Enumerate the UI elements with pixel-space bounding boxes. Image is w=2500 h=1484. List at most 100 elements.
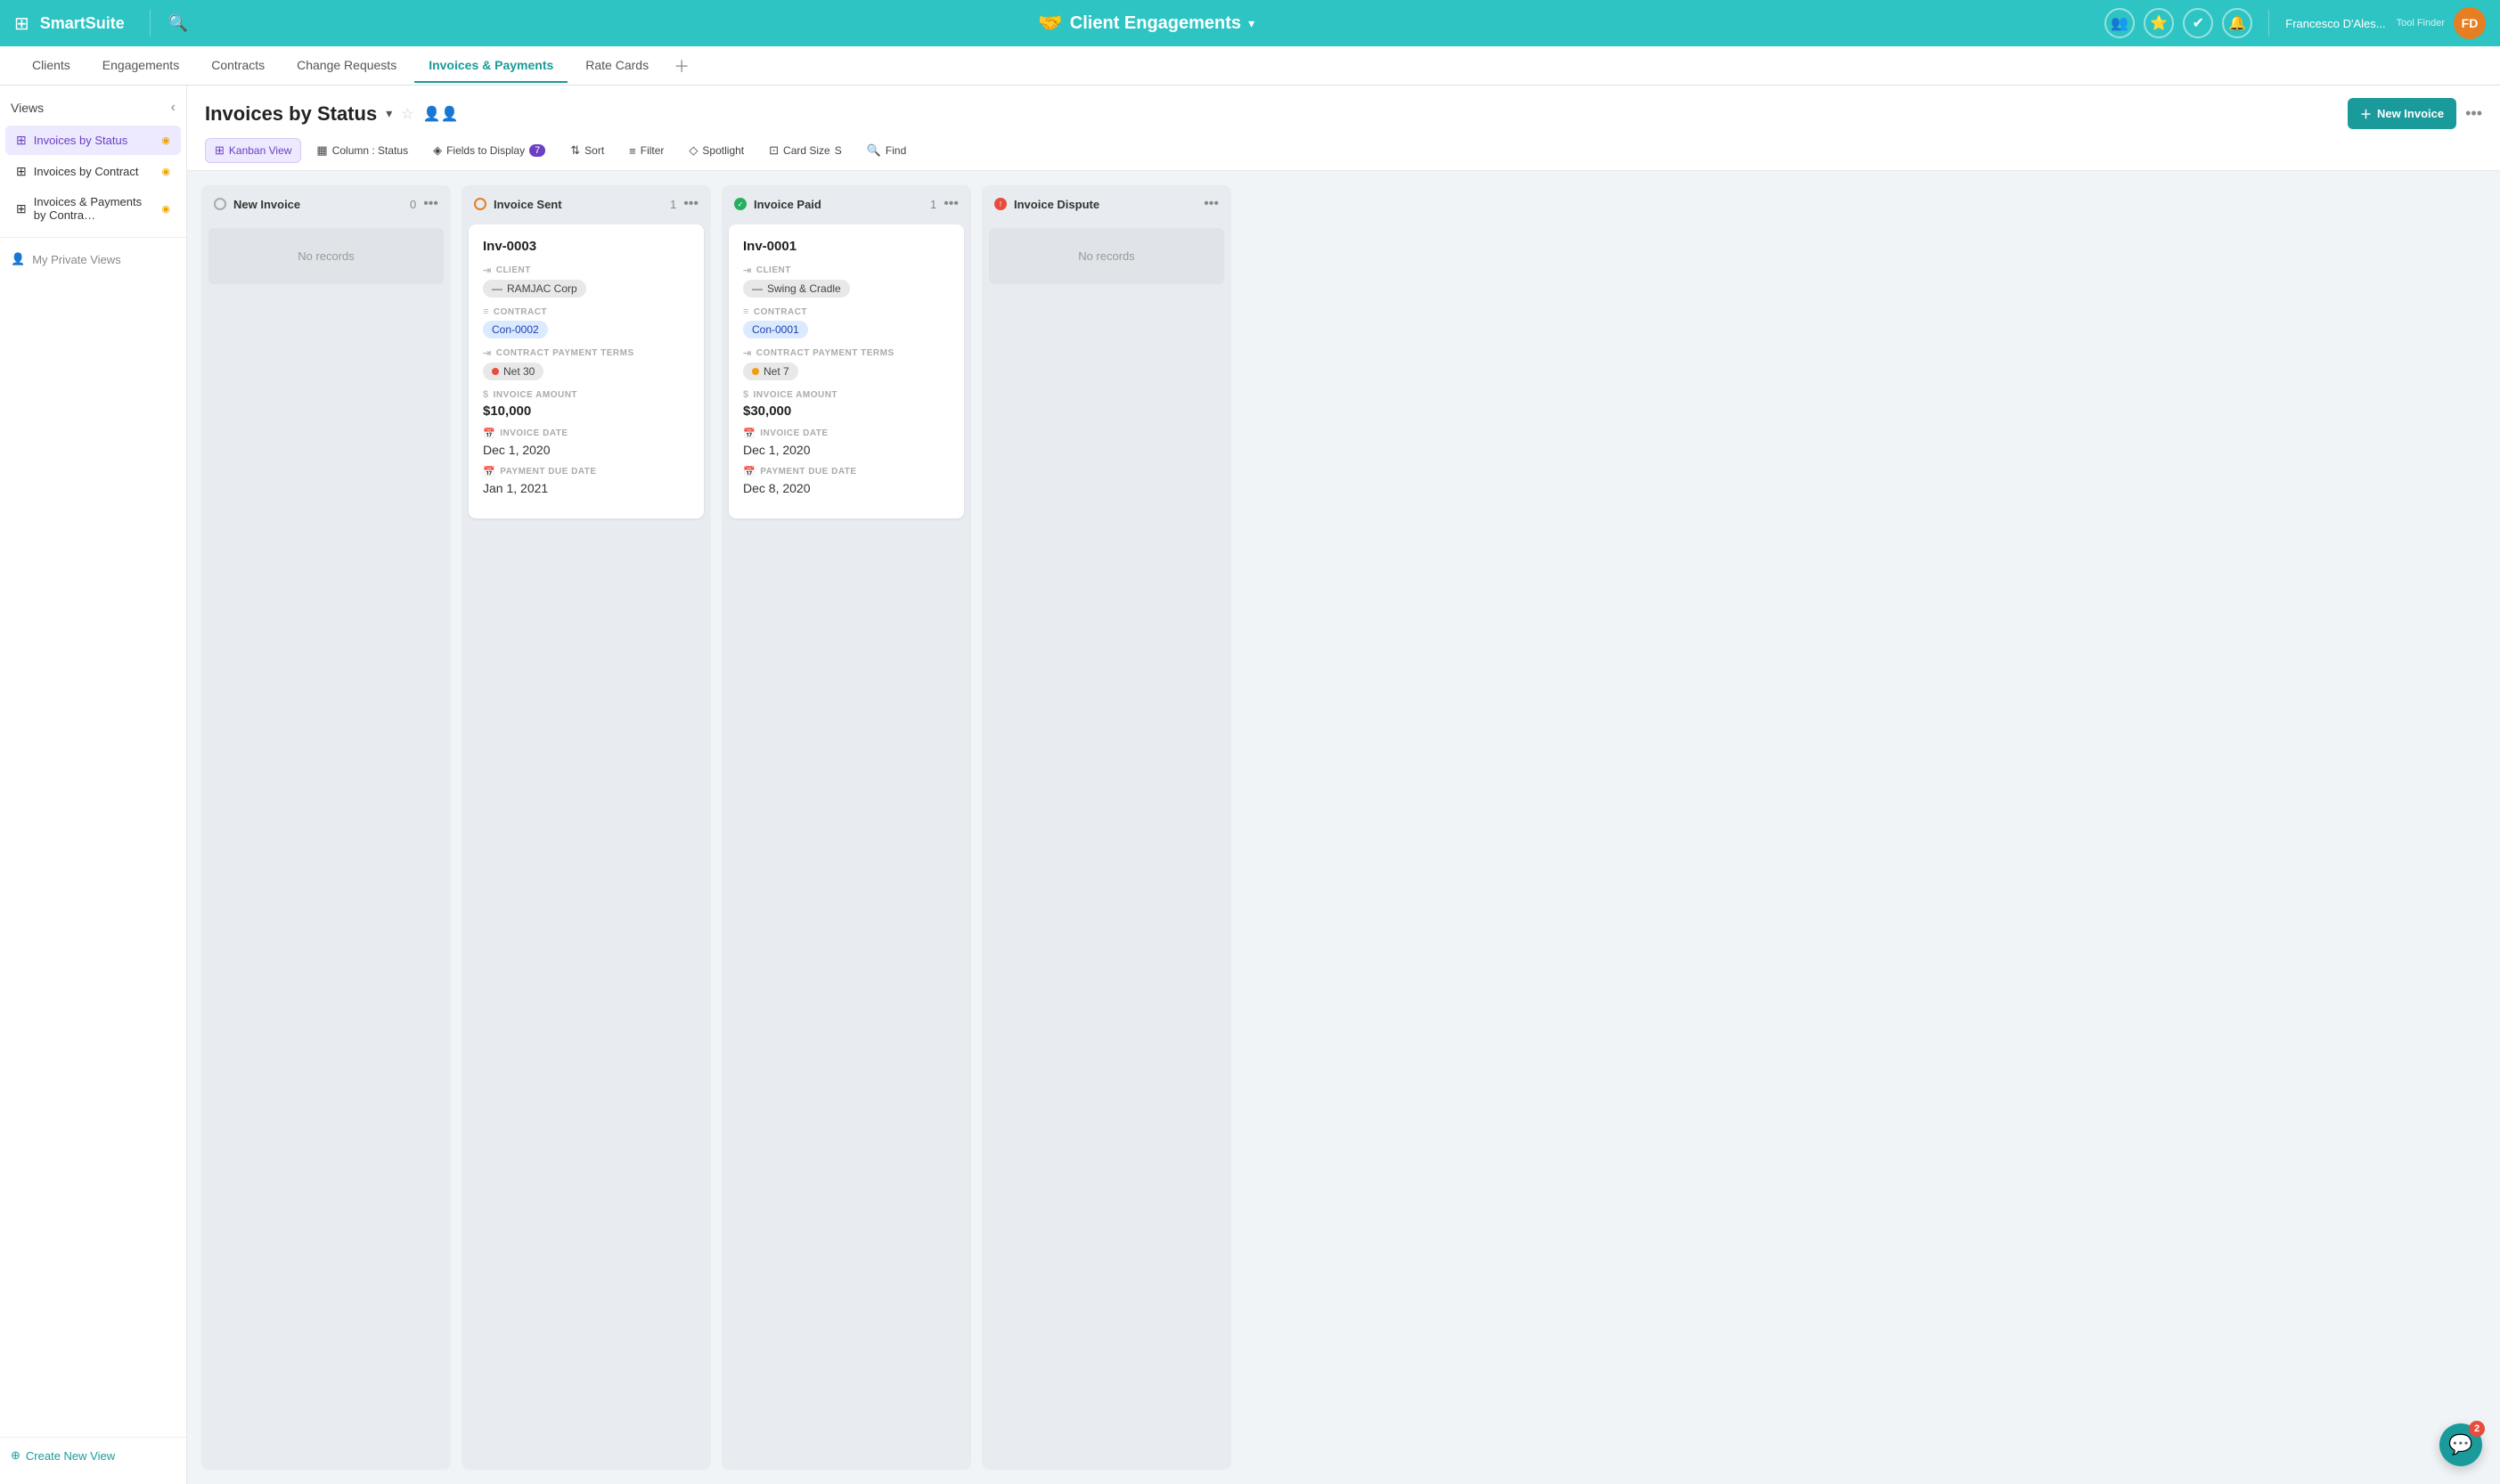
tab-rate-cards[interactable]: Rate Cards — [571, 49, 663, 83]
kanban-icon: ⊞ — [16, 133, 27, 148]
col-count-sent: 1 — [670, 198, 676, 211]
private-views-section[interactable]: 👤 My Private Views — [0, 245, 186, 273]
terms-dot — [492, 368, 499, 375]
col-more-dispute[interactable]: ••• — [1204, 196, 1219, 212]
card-field-client: ⇥ CLIENT — RAMJAC Corp — [483, 265, 690, 298]
column-status-btn[interactable]: ▦ Column : Status — [306, 138, 418, 163]
invoice-date-value-1: Dec 1, 2020 — [743, 443, 950, 457]
sidebar-item-invoices-payments-contract[interactable]: ⊞ Invoices & Payments by Contra… ◉ — [5, 188, 181, 229]
terms-icon-1: ⇥ — [743, 347, 752, 359]
create-view-btn[interactable]: ⊕ Create New View — [11, 1448, 176, 1463]
team-icon-btn[interactable]: 👥 — [2104, 8, 2135, 38]
col-title-paid: Invoice Paid — [754, 198, 923, 211]
tab-contracts[interactable]: Contracts — [197, 49, 279, 83]
card-size-icon: ⊡ — [769, 143, 779, 158]
chat-bubble[interactable]: 💬 2 — [2439, 1423, 2482, 1466]
filter-btn[interactable]: ≡ Filter — [619, 139, 674, 163]
person-icon: 👤 — [11, 252, 25, 266]
toolbar: ⊞ Kanban View ▦ Column : Status ◈ Fields… — [205, 138, 2482, 170]
check-icon-btn[interactable]: ✔ — [2183, 8, 2213, 38]
kanban-column-sent: Invoice Sent 1 ••• Inv-0003 ⇥ CLIENT — [462, 185, 711, 1470]
client-badge: — RAMJAC Corp — [483, 280, 586, 298]
invoice-date-label: INVOICE DATE — [500, 428, 568, 438]
amount-icon: $ — [483, 389, 489, 400]
more-options-btn[interactable]: ••• — [2465, 104, 2482, 123]
client-dash-1: — — [752, 282, 763, 295]
user-area[interactable]: Francesco D'Ales... Tool Finder — [2285, 17, 2445, 30]
title-share-icon[interactable]: 👤👤 — [423, 105, 459, 123]
sidebar-item-label: Invoices by Status — [34, 134, 155, 147]
due-date-label: PAYMENT DUE DATE — [500, 467, 596, 477]
card-field-client-1: ⇥ CLIENT — Swing & Cradle — [743, 265, 950, 298]
content-title-left: Invoices by Status ▾ ☆ 👤👤 — [205, 102, 458, 126]
column-header-dispute: ! Invoice Dispute ••• — [982, 185, 1231, 221]
col-title-dispute: Invoice Dispute — [1014, 198, 1189, 211]
title-dropdown-icon[interactable]: ▾ — [386, 106, 392, 121]
invoice-card-inv-0001[interactable]: Inv-0001 ⇥ CLIENT — Swing & Cradle — [729, 224, 964, 518]
app-title-dropdown[interactable]: ▾ — [1248, 16, 1254, 31]
column-header-paid: ✓ Invoice Paid 1 ••• — [722, 185, 971, 221]
invoice-card-inv-0003[interactable]: Inv-0003 ⇥ CLIENT — RAMJAC Corp — [469, 224, 704, 518]
title-star-icon[interactable]: ☆ — [401, 105, 413, 123]
user-avatar[interactable]: FD — [2454, 7, 2486, 39]
spotlight-label: Spotlight — [702, 144, 744, 157]
link-icon-1: ⇥ — [743, 265, 752, 276]
new-invoice-button[interactable]: ＋ New Invoice — [2348, 98, 2456, 129]
col-more-paid[interactable]: ••• — [944, 196, 959, 212]
plus-icon: ⊕ — [11, 1448, 20, 1463]
client-label: CLIENT — [496, 265, 531, 275]
kanban-view-icon: ⊞ — [215, 143, 225, 158]
card-field-amount: $ INVOICE AMOUNT $10,000 — [483, 389, 690, 419]
col-more-new[interactable]: ••• — [423, 196, 438, 212]
col-title-new: New Invoice — [233, 198, 403, 211]
col-body-paid: Inv-0001 ⇥ CLIENT — Swing & Cradle — [722, 221, 971, 1470]
tab-clients[interactable]: Clients — [18, 49, 85, 83]
bell-icon-btn[interactable]: 🔔 — [2222, 8, 2252, 38]
sidebar-footer: ⊕ Create New View — [0, 1437, 186, 1473]
sort-icon: ⇅ — [570, 143, 580, 158]
card-field-contract: ≡ CONTRACT Con-0002 — [483, 306, 690, 338]
contract-label-1: CONTRACT — [754, 307, 807, 317]
tab-change-requests[interactable]: Change Requests — [282, 49, 411, 83]
spotlight-btn[interactable]: ◇ Spotlight — [679, 138, 754, 163]
tab-add-icon[interactable]: ＋ — [666, 47, 697, 85]
fields-to-display-btn[interactable]: ◈ Fields to Display 7 — [423, 138, 555, 163]
kanban-view-btn[interactable]: ⊞ Kanban View — [205, 138, 301, 163]
status-dot-new — [214, 198, 226, 210]
amount-icon-1: $ — [743, 389, 749, 400]
sidebar-header: Views ‹ — [0, 96, 186, 125]
rss-icon-1: ◉ — [161, 166, 170, 177]
col-body-new: No records — [201, 221, 451, 1470]
sidebar-item-invoices-status[interactable]: ⊞ Invoices by Status ◉ — [5, 126, 181, 155]
amount-value: $10,000 — [483, 404, 690, 419]
tab-engagements[interactable]: Engagements — [88, 49, 193, 83]
page-title: Invoices by Status — [205, 102, 377, 126]
kanban-column-paid: ✓ Invoice Paid 1 ••• Inv-0001 ⇥ CLIENT — [722, 185, 971, 1470]
nav-divider — [150, 10, 151, 37]
card-size-btn[interactable]: ⊡ Card Size S — [759, 138, 852, 163]
sidebar-item-invoices-contract[interactable]: ⊞ Invoices by Contract ◉ — [5, 157, 181, 186]
find-btn[interactable]: 🔍 Find — [857, 138, 917, 163]
star-icon-btn[interactable]: ⭐ — [2144, 8, 2174, 38]
sort-btn[interactable]: ⇅ Sort — [560, 138, 614, 163]
contract-icon: ≡ — [483, 306, 489, 317]
col-more-sent[interactable]: ••• — [683, 196, 699, 212]
terms-label: CONTRACT PAYMENT TERMS — [496, 348, 634, 358]
card-field-contract-1: ≡ CONTRACT Con-0001 — [743, 306, 950, 338]
top-nav: ⊞ SmartSuite 🔍 🤝 Client Engagements ▾ 👥 … — [0, 0, 2500, 46]
contract-label: CONTRACT — [494, 307, 547, 317]
sidebar-collapse-btn[interactable]: ‹ — [171, 100, 176, 116]
amount-value-1: $30,000 — [743, 404, 950, 419]
search-icon[interactable]: 🔍 — [168, 14, 188, 33]
col-count-new: 0 — [410, 198, 416, 211]
card-field-due-date-1: 📅 PAYMENT DUE DATE Dec 8, 2020 — [743, 466, 950, 495]
due-date-icon-1: 📅 — [743, 466, 756, 477]
column-status-label: Column : Status — [332, 144, 408, 157]
card-field-invoice-date-1: 📅 INVOICE DATE Dec 1, 2020 — [743, 428, 950, 457]
tab-invoices-payments[interactable]: Invoices & Payments — [414, 49, 568, 83]
contract-icon-1: ≡ — [743, 306, 749, 317]
content-title-right: ＋ New Invoice ••• — [2348, 98, 2482, 129]
client-label-1: CLIENT — [756, 265, 791, 275]
grid-icon[interactable]: ⊞ — [14, 12, 29, 35]
client-dash: — — [492, 282, 502, 295]
